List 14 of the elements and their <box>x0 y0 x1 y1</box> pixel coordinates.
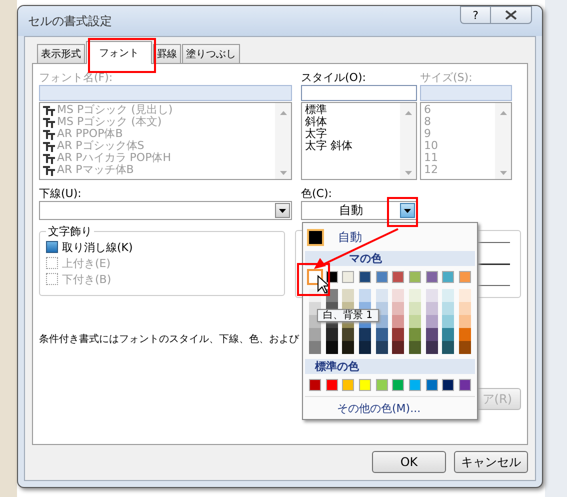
group-title: 文字飾り <box>47 224 93 239</box>
checkbox-label: 取り消し線(K) <box>62 240 133 254</box>
section-heading: マの色 <box>305 251 475 266</box>
checkbox-label: 上付き(E) <box>62 256 111 270</box>
checkbox-label: 下付き(B) <box>62 272 112 286</box>
field-label: 色(C): <box>301 186 333 201</box>
field-label: サイズ(S): <box>420 70 474 85</box>
section-heading: 標準の色 <box>305 359 475 374</box>
window-title: セルの書式設定 <box>28 12 112 30</box>
field-label: スタイル(O): <box>301 70 367 85</box>
field-label: 下線(U): <box>39 186 82 201</box>
tooltip: 白、背景 1 <box>317 309 379 322</box>
field-label: フォント名(F): <box>39 70 114 85</box>
note-text: 条件付き書式にはフォントのスタイル、下線、色、および <box>39 332 299 346</box>
